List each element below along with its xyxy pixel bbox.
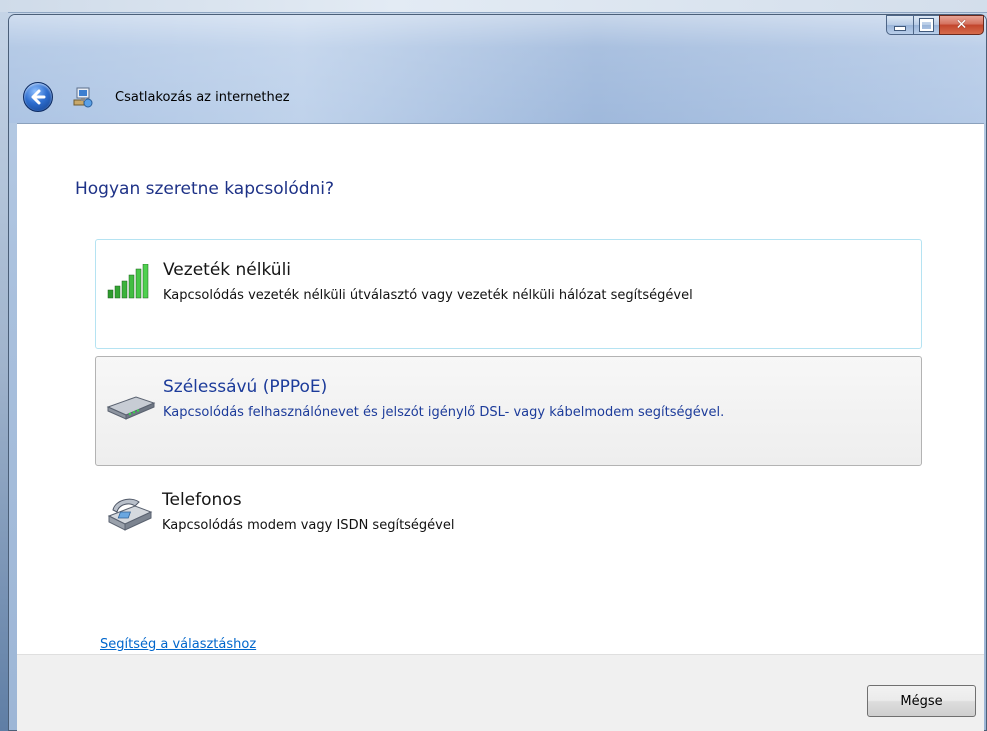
page-heading: Hogyan szeretne kapcsolódni?	[75, 179, 335, 199]
option-wireless[interactable]: Vezeték nélküli Kapcsolódás vezeték nélk…	[95, 239, 922, 349]
option-dialup-title: Telefonos	[162, 490, 242, 510]
minimize-button[interactable]	[886, 15, 913, 35]
option-broadband-title: Szélessávú (PPPoE)	[163, 377, 328, 397]
option-broadband-description: Kapcsolódás felhasználónevet és jelszót …	[163, 405, 725, 420]
close-icon: ✕	[955, 17, 968, 33]
cancel-button[interactable]: Mégse	[867, 685, 976, 717]
option-dialup-description: Kapcsolódás modem vagy ISDN segítségével	[162, 518, 455, 533]
dialup-phone-icon	[105, 494, 155, 538]
window-controls: ✕	[886, 15, 984, 37]
window-title: Csatlakozás az internethez	[115, 89, 290, 105]
help-choosing-link[interactable]: Segítség a választáshoz	[100, 637, 256, 652]
maximize-button[interactable]	[913, 15, 939, 35]
option-wireless-title: Vezeték nélküli	[163, 260, 292, 280]
option-dialup[interactable]: Telefonos Kapcsolódás modem vagy ISDN se…	[95, 474, 922, 564]
wireless-signal-icon	[106, 263, 156, 304]
title-bar[interactable]: ✕ Csatlakozás az internethez	[9, 15, 986, 123]
broadband-modem-icon	[106, 387, 156, 427]
parent-window-edge	[0, 12, 8, 731]
parent-window-strip	[0, 0, 987, 13]
network-wizard-icon	[71, 85, 95, 109]
option-wireless-description: Kapcsolódás vezeték nélküli útválasztó v…	[163, 288, 693, 303]
nav-row: Csatlakozás az internethez	[23, 79, 290, 115]
close-button[interactable]: ✕	[939, 15, 984, 35]
minimize-icon	[894, 26, 906, 31]
back-button[interactable]	[23, 82, 53, 112]
option-broadband[interactable]: Szélessávú (PPPoE) Kapcsolódás felhaszná…	[95, 356, 922, 466]
maximize-icon	[919, 18, 934, 32]
connect-to-internet-window: ✕ Csatlakozás az internethez Hogyan szer…	[8, 14, 987, 731]
wizard-content: Hogyan szeretne kapcsolódni? Vezeték nél…	[17, 123, 984, 655]
button-bar: Mégse	[17, 654, 984, 731]
back-arrow-icon	[31, 89, 46, 105]
